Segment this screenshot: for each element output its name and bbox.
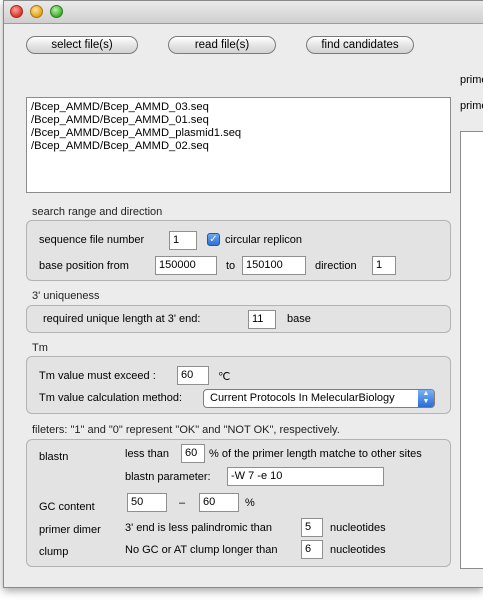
base-unit-label: base xyxy=(287,313,311,325)
close-window-button[interactable] xyxy=(10,5,23,18)
tm-exceed-label: Tm value must exceed : xyxy=(39,370,156,382)
primer-dimer-label: primer dimer xyxy=(39,524,101,536)
percent-label: % xyxy=(245,497,255,509)
blastn-parameter-field[interactable]: -W 7 -e 10 xyxy=(227,467,384,486)
less-than-label: less than xyxy=(125,448,170,460)
gc-range-dash: – xyxy=(179,497,186,509)
app-window: select file(s) read file(s) find candida… xyxy=(3,0,483,588)
primer-dimer-field[interactable]: 5 xyxy=(301,518,323,537)
nucleotides-label-1: nucleotides xyxy=(330,522,386,534)
blastn-match-text: % of the primer length matche to other s… xyxy=(209,448,422,460)
tm-section-title: Tm xyxy=(32,342,48,354)
search-section-title: search range and direction xyxy=(32,206,163,218)
clump-label: clump xyxy=(39,546,69,558)
tm-method-label: Tm value calculation method: xyxy=(39,392,183,404)
primer-results-panel[interactable] xyxy=(460,131,483,569)
title-bar xyxy=(4,1,483,24)
base-from-field[interactable]: 150000 xyxy=(155,256,217,275)
tm-method-selected-value: Current Protocols In MelecularBiology xyxy=(210,392,395,404)
gc-min-field[interactable]: 50 xyxy=(127,493,167,512)
blastn-parameter-label: blastn parameter: xyxy=(125,471,211,483)
celsius-unit-label: ℃ xyxy=(218,371,231,383)
tm-exceed-field[interactable]: 60 xyxy=(177,366,209,385)
base-to-field[interactable]: 150100 xyxy=(242,256,306,275)
file-list-item[interactable]: /Bcep_AMMD/Bcep_AMMD_02.seq xyxy=(31,140,446,153)
gc-max-field[interactable]: 60 xyxy=(199,493,239,512)
primer-label-2: prime xyxy=(460,100,483,112)
circular-replicon-label: circular replicon xyxy=(225,234,303,246)
find-candidates-button[interactable]: find candidates xyxy=(306,36,414,54)
search-range-group: sequence file number 1 ✓ circular replic… xyxy=(26,220,451,281)
required-unique-length-field[interactable]: 11 xyxy=(248,310,276,329)
tm-method-select[interactable]: Current Protocols In MelecularBiology ▲ ▼ xyxy=(203,389,435,408)
primer-label-1: prime xyxy=(460,74,483,86)
nucleotides-label-2: nucleotides xyxy=(330,544,386,556)
file-list-item[interactable]: /Bcep_AMMD/Bcep_AMMD_plasmid1.seq xyxy=(31,127,446,140)
select-arrows-icon: ▲ ▼ xyxy=(418,390,434,407)
clump-field[interactable]: 6 xyxy=(301,540,323,559)
filters-section-title: fileters: "1" and "0" represent "OK" and… xyxy=(32,424,340,436)
uniqueness-section-title: 3' uniqueness xyxy=(32,290,100,302)
to-label: to xyxy=(226,260,236,272)
tm-group: Tm value must exceed : 60 ℃ Tm value cal… xyxy=(26,356,451,414)
filters-group: blastn less than 60 % of the primer leng… xyxy=(26,439,451,567)
select-files-button[interactable]: select file(s) xyxy=(26,36,138,54)
blastn-label: blastn xyxy=(39,451,69,463)
direction-field[interactable]: 1 xyxy=(372,256,396,275)
primer-dimer-text: 3' end is less palindromic than xyxy=(125,522,273,534)
file-list-item[interactable]: /Bcep_AMMD/Bcep_AMMD_01.seq xyxy=(31,114,446,127)
read-files-button[interactable]: read file(s) xyxy=(168,36,276,54)
file-list[interactable]: /Bcep_AMMD/Bcep_AMMD_03.seq /Bcep_AMMD/B… xyxy=(26,97,451,193)
required-unique-length-label: required unique length at 3' end: xyxy=(43,313,201,325)
sequence-file-number-field[interactable]: 1 xyxy=(169,231,197,250)
minimize-window-button[interactable] xyxy=(30,5,43,18)
sequence-file-number-label: sequence file number xyxy=(39,234,145,246)
circular-replicon-checkbox[interactable]: ✓ xyxy=(207,233,220,246)
gc-content-label: GC content xyxy=(39,501,95,513)
direction-label: direction xyxy=(315,260,357,272)
blastn-match-percent-field[interactable]: 60 xyxy=(181,444,205,463)
file-list-item[interactable]: /Bcep_AMMD/Bcep_AMMD_03.seq xyxy=(31,101,446,114)
uniqueness-group: required unique length at 3' end: 11 bas… xyxy=(26,305,451,333)
clump-text: No GC or AT clump longer than xyxy=(125,544,278,556)
zoom-window-button[interactable] xyxy=(50,5,63,18)
base-position-from-label: base position from xyxy=(39,260,129,272)
